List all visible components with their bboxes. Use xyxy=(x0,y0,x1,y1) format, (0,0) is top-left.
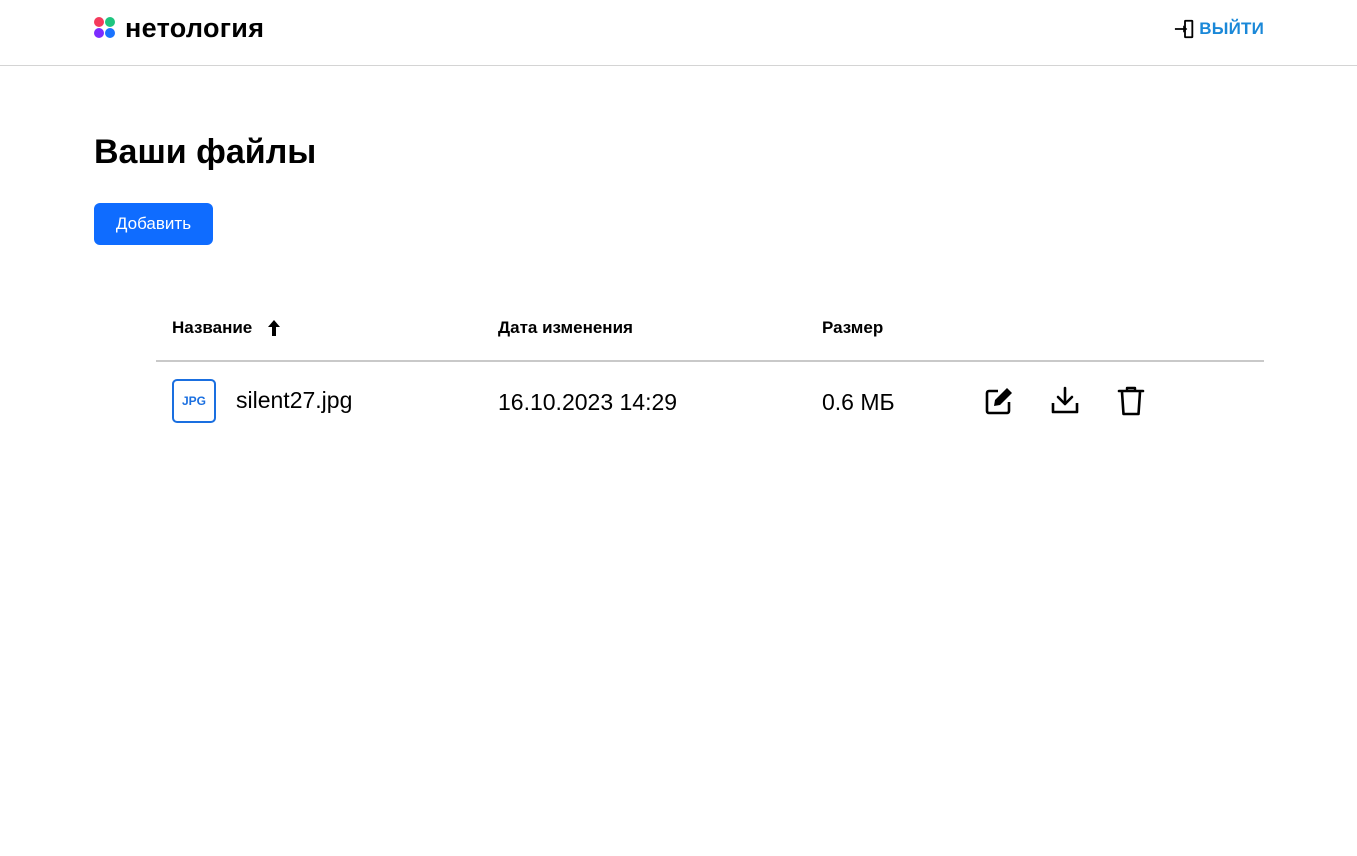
column-header-size[interactable]: Размер xyxy=(822,318,883,338)
file-modified-date: 16.10.2023 14:29 xyxy=(498,389,678,415)
download-icon xyxy=(1051,386,1079,414)
logo[interactable]: нетология xyxy=(94,12,264,44)
page-title: Ваши файлы xyxy=(94,133,317,171)
file-type-badge: JPG xyxy=(172,379,216,423)
column-header-size-label: Размер xyxy=(822,318,884,337)
logout-label: ВЫЙТИ xyxy=(1199,19,1264,38)
column-header-date[interactable]: Дата изменения xyxy=(498,318,633,338)
column-header-name[interactable]: Название xyxy=(172,318,282,338)
top-bar: нетология ВЫЙТИ xyxy=(0,0,1357,66)
delete-button[interactable] xyxy=(1114,384,1148,418)
files-table: Название Дата изменения Размер JPG silen… xyxy=(156,309,1264,442)
download-button[interactable] xyxy=(1048,384,1082,418)
file-size: 0.6 МБ xyxy=(822,389,895,415)
table-header: Название Дата изменения Размер xyxy=(156,309,1264,362)
arrow-up-icon xyxy=(268,320,281,336)
column-header-name-label: Название xyxy=(172,318,253,337)
logo-mark-icon xyxy=(94,17,116,39)
logo-text: нетология xyxy=(125,13,265,43)
file-name[interactable]: silent27.jpg xyxy=(236,386,352,414)
edit-button[interactable] xyxy=(982,384,1016,418)
logout-button[interactable]: ВЫЙТИ xyxy=(1174,17,1264,41)
add-file-button[interactable]: Добавить xyxy=(94,203,213,245)
logout-icon xyxy=(1175,19,1194,39)
table-row[interactable]: JPG silent27.jpg 16.10.2023 14:29 0.6 МБ xyxy=(156,362,1264,442)
edit-icon xyxy=(985,388,1012,415)
delete-icon xyxy=(1117,386,1145,416)
column-header-date-label: Дата изменения xyxy=(498,318,633,337)
